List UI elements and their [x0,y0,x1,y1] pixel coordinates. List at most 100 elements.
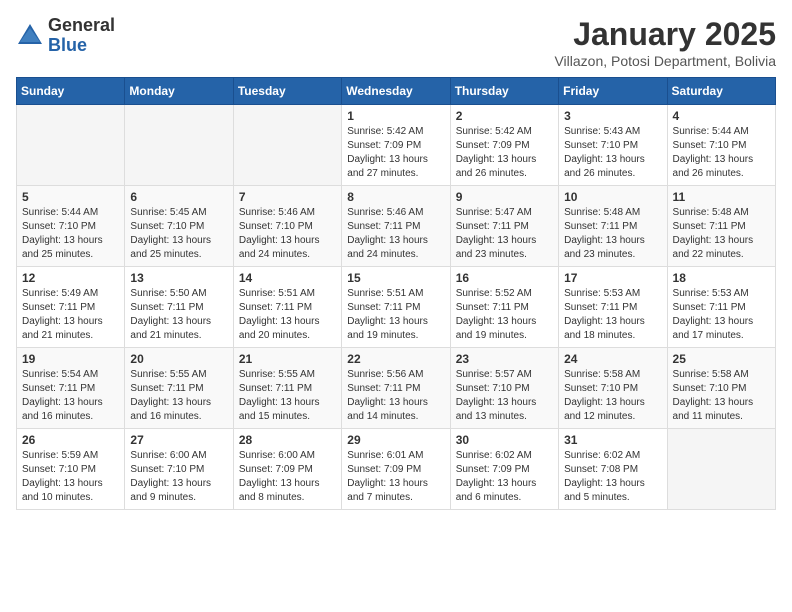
day-number: 11 [673,190,770,204]
day-info: Sunrise: 6:02 AM Sunset: 7:08 PM Dayligh… [564,449,661,505]
calendar-cell: 31Sunrise: 6:02 AM Sunset: 7:08 PM Dayli… [559,429,667,510]
day-info: Sunrise: 6:00 AM Sunset: 7:10 PM Dayligh… [130,449,227,505]
day-info: Sunrise: 5:42 AM Sunset: 7:09 PM Dayligh… [456,125,553,181]
day-info: Sunrise: 5:47 AM Sunset: 7:11 PM Dayligh… [456,206,553,262]
day-number: 23 [456,352,553,366]
calendar-cell: 5 Sunrise: 5:44 AM Sunset: 7:10 PM Daylig… [17,186,125,267]
weekday-header-thursday: Thursday [450,78,558,105]
calendar-cell: 26 Sunrise: 5:59 AM Sunset: 7:10 PM Dayli… [17,429,125,510]
day-number: 5 [22,190,119,204]
calendar-cell: 22 Sunrise: 5:56 AM Sunset: 7:11 PM Dayli… [342,348,450,429]
calendar-cell: 20 Sunrise: 5:55 AM Sunset: 7:11 PM Dayli… [125,348,233,429]
day-info: Sunrise: 6:02 AM Sunset: 7:09 PM Dayligh… [456,449,553,505]
calendar-cell: 10Sunrise: 5:48 AM Sunset: 7:11 PM Dayli… [559,186,667,267]
title-block: January 2025 Villazon, Potosi Department… [554,16,776,69]
calendar-week-row: 12 Sunrise: 5:49 AM Sunset: 7:11 PM Dayli… [17,267,776,348]
day-number: 7 [239,190,336,204]
location-subtitle: Villazon, Potosi Department, Bolivia [554,53,776,69]
calendar-cell: 14 Sunrise: 5:51 AM Sunset: 7:11 PM Dayli… [233,267,341,348]
day-number: 14 [239,271,336,285]
day-number: 13 [130,271,227,285]
calendar-cell: 6 Sunrise: 5:45 AM Sunset: 7:10 PM Daylig… [125,186,233,267]
day-info: Sunrise: 5:52 AM Sunset: 7:11 PM Dayligh… [456,287,553,343]
logo-text: General Blue [48,16,115,56]
day-number: 28 [239,433,336,447]
day-info: Sunrise: 5:48 AM Sunset: 7:11 PM Dayligh… [564,206,661,262]
day-info: Sunrise: 5:53 AM Sunset: 7:11 PM Dayligh… [673,287,770,343]
day-number: 8 [347,190,444,204]
day-info: Sunrise: 5:44 AM Sunset: 7:10 PM Dayligh… [22,206,119,262]
day-number: 19 [22,352,119,366]
day-info: Sunrise: 5:58 AM Sunset: 7:10 PM Dayligh… [564,368,661,424]
day-number: 18 [673,271,770,285]
calendar-cell: 25Sunrise: 5:58 AM Sunset: 7:10 PM Dayli… [667,348,775,429]
day-number: 17 [564,271,661,285]
calendar-cell: 23 Sunrise: 5:57 AM Sunset: 7:10 PM Dayli… [450,348,558,429]
day-info: Sunrise: 5:46 AM Sunset: 7:11 PM Dayligh… [347,206,444,262]
day-number: 9 [456,190,553,204]
calendar-cell: 29 Sunrise: 6:01 AM Sunset: 7:09 PM Dayli… [342,429,450,510]
calendar-header-row: SundayMondayTuesdayWednesdayThursdayFrid… [17,78,776,105]
calendar-week-row: 26 Sunrise: 5:59 AM Sunset: 7:10 PM Dayli… [17,429,776,510]
day-info: Sunrise: 5:49 AM Sunset: 7:11 PM Dayligh… [22,287,119,343]
day-info: Sunrise: 5:55 AM Sunset: 7:11 PM Dayligh… [130,368,227,424]
day-info: Sunrise: 5:57 AM Sunset: 7:10 PM Dayligh… [456,368,553,424]
day-number: 22 [347,352,444,366]
calendar-body: 1Sunrise: 5:42 AM Sunset: 7:09 PM Daylig… [17,105,776,510]
month-title: January 2025 [554,16,776,53]
calendar-cell: 24 Sunrise: 5:58 AM Sunset: 7:10 PM Dayli… [559,348,667,429]
day-number: 16 [456,271,553,285]
day-info: Sunrise: 5:51 AM Sunset: 7:11 PM Dayligh… [239,287,336,343]
calendar-cell: 12 Sunrise: 5:49 AM Sunset: 7:11 PM Dayli… [17,267,125,348]
day-info: Sunrise: 5:51 AM Sunset: 7:11 PM Dayligh… [347,287,444,343]
calendar-cell: 2 Sunrise: 5:42 AM Sunset: 7:09 PM Daylig… [450,105,558,186]
calendar-cell: 4 Sunrise: 5:44 AM Sunset: 7:10 PM Daylig… [667,105,775,186]
day-info: Sunrise: 5:45 AM Sunset: 7:10 PM Dayligh… [130,206,227,262]
calendar-cell: 13Sunrise: 5:50 AM Sunset: 7:11 PM Dayli… [125,267,233,348]
day-number: 20 [130,352,227,366]
day-info: Sunrise: 5:59 AM Sunset: 7:10 PM Dayligh… [22,449,119,505]
calendar-cell: 8 Sunrise: 5:46 AM Sunset: 7:11 PM Daylig… [342,186,450,267]
calendar-cell: 7 Sunrise: 5:46 AM Sunset: 7:10 PM Daylig… [233,186,341,267]
calendar-table: SundayMondayTuesdayWednesdayThursdayFrid… [16,77,776,510]
day-number: 29 [347,433,444,447]
weekday-header-sunday: Sunday [17,78,125,105]
day-number: 6 [130,190,227,204]
day-info: Sunrise: 5:53 AM Sunset: 7:11 PM Dayligh… [564,287,661,343]
calendar-cell: 19 Sunrise: 5:54 AM Sunset: 7:11 PM Dayli… [17,348,125,429]
calendar-week-row: 19 Sunrise: 5:54 AM Sunset: 7:11 PM Dayli… [17,348,776,429]
day-info: Sunrise: 5:55 AM Sunset: 7:11 PM Dayligh… [239,368,336,424]
day-info: Sunrise: 6:00 AM Sunset: 7:09 PM Dayligh… [239,449,336,505]
calendar-cell: 30 Sunrise: 6:02 AM Sunset: 7:09 PM Dayli… [450,429,558,510]
day-info: Sunrise: 5:42 AM Sunset: 7:09 PM Dayligh… [347,125,444,181]
day-info: Sunrise: 5:46 AM Sunset: 7:10 PM Dayligh… [239,206,336,262]
day-number: 4 [673,109,770,123]
day-number: 21 [239,352,336,366]
calendar-cell [233,105,341,186]
day-info: Sunrise: 5:56 AM Sunset: 7:11 PM Dayligh… [347,368,444,424]
calendar-cell: 3Sunrise: 5:43 AM Sunset: 7:10 PM Daylig… [559,105,667,186]
day-number: 30 [456,433,553,447]
day-number: 15 [347,271,444,285]
calendar-cell [17,105,125,186]
calendar-cell [667,429,775,510]
day-number: 12 [22,271,119,285]
day-number: 26 [22,433,119,447]
day-info: Sunrise: 5:44 AM Sunset: 7:10 PM Dayligh… [673,125,770,181]
calendar-cell: 21 Sunrise: 5:55 AM Sunset: 7:11 PM Dayli… [233,348,341,429]
day-number: 24 [564,352,661,366]
calendar-cell: 11Sunrise: 5:48 AM Sunset: 7:11 PM Dayli… [667,186,775,267]
day-info: Sunrise: 6:01 AM Sunset: 7:09 PM Dayligh… [347,449,444,505]
calendar-cell: 1Sunrise: 5:42 AM Sunset: 7:09 PM Daylig… [342,105,450,186]
day-info: Sunrise: 5:54 AM Sunset: 7:11 PM Dayligh… [22,368,119,424]
calendar-week-row: 5 Sunrise: 5:44 AM Sunset: 7:10 PM Daylig… [17,186,776,267]
calendar-cell: 15 Sunrise: 5:51 AM Sunset: 7:11 PM Dayli… [342,267,450,348]
calendar-cell: 28 Sunrise: 6:00 AM Sunset: 7:09 PM Dayli… [233,429,341,510]
calendar-cell: 16 Sunrise: 5:52 AM Sunset: 7:11 PM Dayli… [450,267,558,348]
calendar-week-row: 1Sunrise: 5:42 AM Sunset: 7:09 PM Daylig… [17,105,776,186]
weekday-header-monday: Monday [125,78,233,105]
day-number: 2 [456,109,553,123]
weekday-header-tuesday: Tuesday [233,78,341,105]
logo: General Blue [16,16,115,56]
day-number: 25 [673,352,770,366]
